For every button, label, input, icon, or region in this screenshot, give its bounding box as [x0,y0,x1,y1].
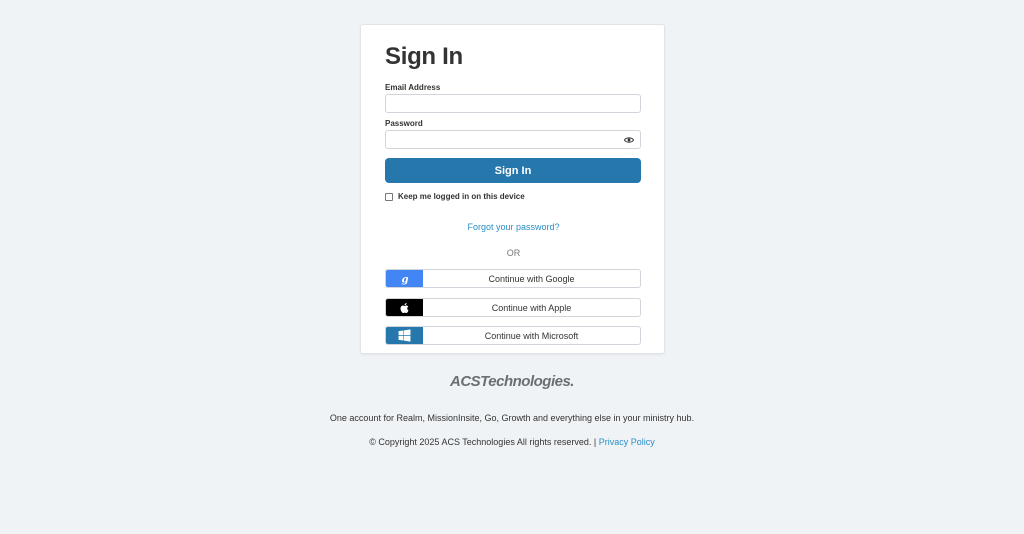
keep-logged-in-label: Keep me logged in on this device [398,192,525,201]
google-signin-button[interactable]: g Continue with Google [385,269,641,288]
apple-signin-label: Continue with Apple [491,302,572,313]
windows-icon [386,327,423,344]
tagline: One account for Realm, MissionInsite, Go… [329,413,695,423]
email-label: Email Address [385,83,441,92]
footer: © Copyright 2025 ACS Technologies All ri… [0,437,1024,447]
keep-logged-in-checkbox[interactable] [385,192,393,201]
google-signin-label: Continue with Google [488,273,575,284]
microsoft-signin-label: Continue with Microsoft [484,330,579,341]
svg-text:g: g [401,274,408,285]
password-field[interactable] [386,132,640,150]
email-field-wrapper [385,94,641,114]
email-field[interactable] [386,96,640,114]
forgot-password-link[interactable]: Forgot your password? [361,222,666,232]
signin-card: Sign In Email Address Password Sign In K… [360,24,665,354]
google-icon: g [386,270,423,287]
password-field-wrapper [385,130,641,150]
apple-signin-button[interactable]: Continue with Apple [385,298,641,317]
sign-in-button[interactable]: Sign In [385,158,641,183]
eye-icon[interactable] [624,135,634,145]
page-title: Sign In [385,43,463,70]
apple-icon [386,299,423,316]
or-divider: OR [506,248,521,258]
keep-logged-in[interactable]: Keep me logged in on this device [385,192,525,201]
microsoft-signin-button[interactable]: Continue with Microsoft [385,326,641,345]
privacy-policy-link[interactable]: Privacy Policy [599,437,655,447]
copyright-text: © Copyright 2025 ACS Technologies All ri… [369,437,597,447]
acs-logo: ACSTechnologies. [450,373,574,390]
password-label: Password [385,119,423,128]
